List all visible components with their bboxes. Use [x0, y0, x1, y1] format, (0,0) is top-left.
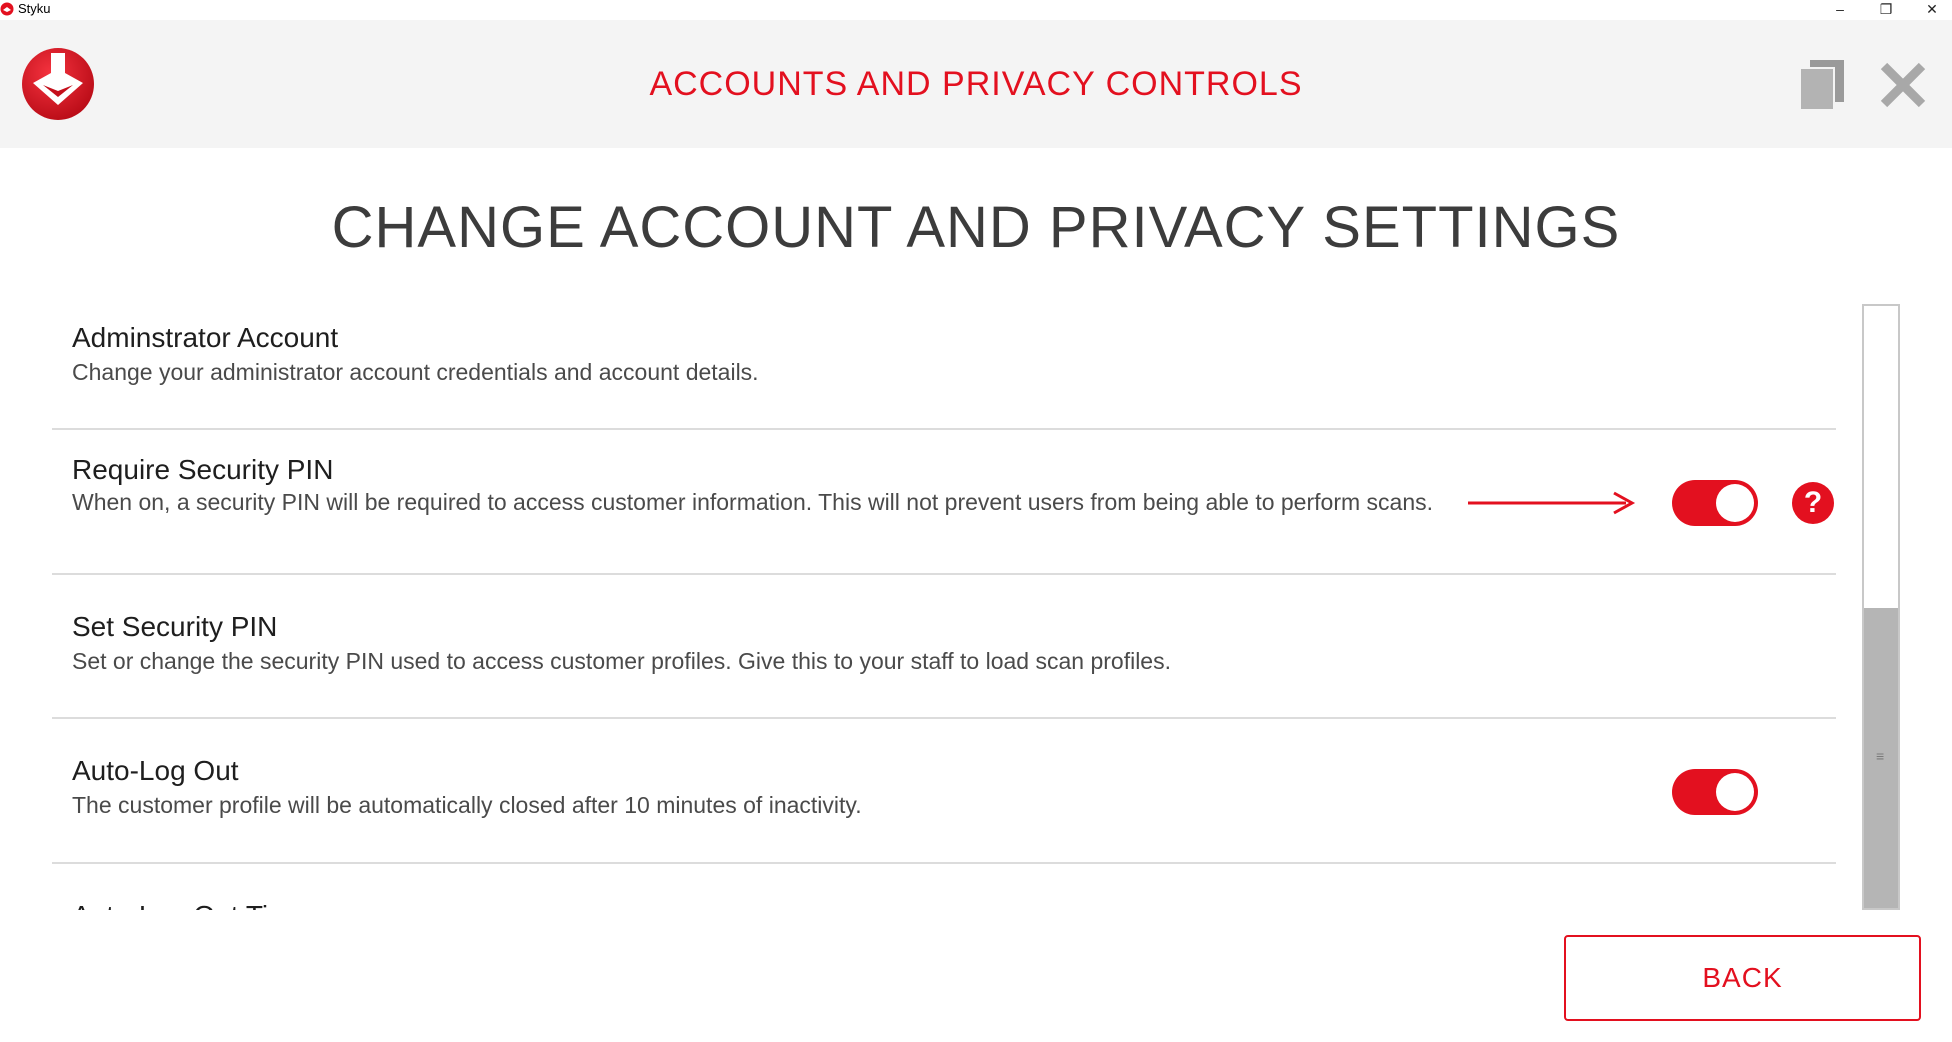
app-header: ACCOUNTS AND PRIVACY CONTROLS: [0, 20, 1952, 148]
setting-title: Adminstrator Account: [72, 322, 339, 353]
header-title: ACCOUNTS AND PRIVACY CONTROLS: [649, 65, 1303, 103]
toggle-knob: [1716, 484, 1754, 522]
scrollbar-grip-icon: ≡: [1876, 748, 1885, 764]
copy-icon[interactable]: [1798, 58, 1846, 112]
setting-title: Auto-Log Out: [72, 755, 239, 786]
setting-description: Set or change the security PIN used to a…: [72, 648, 1171, 674]
window-titlebar: Styku – ❐ ✕: [0, 0, 1952, 20]
toggle-knob: [1716, 773, 1754, 811]
settings-list[interactable]: Adminstrator Account Change your adminis…: [52, 304, 1836, 910]
setting-description: The customer profile will be automatical…: [72, 792, 862, 818]
arrow-right-icon: [1468, 491, 1636, 515]
setting-row-require-security-pin[interactable]: Require Security PIN When on, a security…: [52, 430, 1836, 575]
require-pin-toggle[interactable]: [1672, 480, 1758, 526]
setting-title: Require Security PIN: [72, 454, 334, 485]
scrollbar[interactable]: ≡: [1862, 304, 1900, 910]
window-close-button[interactable]: ✕: [1912, 0, 1952, 18]
page-title: CHANGE ACCOUNT AND PRIVACY SETTINGS: [331, 195, 1621, 260]
setting-title: Auto-Log Out Ti: [72, 900, 268, 910]
setting-description: When on, a security PIN will be required…: [72, 489, 1433, 515]
setting-row-administrator-account[interactable]: Adminstrator Account Change your adminis…: [52, 304, 1836, 430]
styku-app-icon: [0, 2, 14, 16]
setting-row-set-security-pin[interactable]: Set Security PIN Set or change the secur…: [52, 575, 1836, 719]
setting-title: Set Security PIN: [72, 611, 278, 642]
close-icon[interactable]: [1878, 60, 1928, 110]
setting-description: Change your administrator account creden…: [72, 359, 759, 385]
setting-row-auto-log-out-time[interactable]: Auto-Log Out Ti: [52, 864, 1836, 910]
restore-button[interactable]: ❐: [1866, 0, 1906, 18]
minimize-button[interactable]: –: [1820, 0, 1860, 18]
help-icon[interactable]: ?: [1792, 482, 1834, 524]
back-button[interactable]: BACK: [1564, 935, 1921, 1021]
window-title: Styku: [18, 1, 51, 16]
setting-row-auto-log-out[interactable]: Auto-Log Out The customer profile will b…: [52, 719, 1836, 864]
auto-log-out-toggle[interactable]: [1672, 769, 1758, 815]
